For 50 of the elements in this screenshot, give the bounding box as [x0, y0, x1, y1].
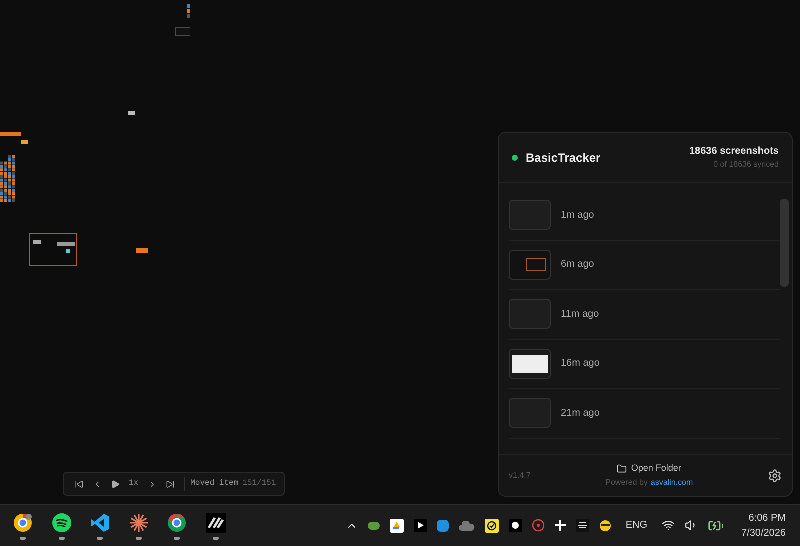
running-indicator	[136, 536, 142, 540]
slashes-app-icon[interactable]	[204, 512, 226, 534]
running-indicator	[174, 536, 180, 540]
starburst-icon[interactable]	[128, 512, 150, 534]
skip-back-icon	[74, 480, 84, 488]
play-tray-icon[interactable]	[414, 519, 427, 532]
sync-status: 0 of 18636 synced	[714, 159, 779, 171]
cloud-icon[interactable]	[458, 520, 475, 530]
music-app-icon[interactable]	[50, 512, 72, 534]
screenshot-item[interactable]: 6m ago	[509, 240, 780, 290]
language-indicator[interactable]: ENG	[626, 518, 648, 533]
running-indicator	[20, 536, 26, 540]
sunglasses-face-icon[interactable]	[598, 519, 612, 532]
screenshot-thumbnail	[509, 299, 551, 330]
screenshot-thumbnail	[509, 200, 551, 230]
playback-position: 151/151	[242, 478, 276, 490]
scrollbar-thumb[interactable]	[780, 199, 789, 287]
screenshot-thumbnail	[509, 250, 551, 280]
running-indicator	[58, 536, 64, 540]
screenshot-thumbnail	[509, 398, 551, 428]
settings-icon	[768, 468, 782, 482]
dot-tray-icon[interactable]	[508, 519, 522, 532]
open-folder-button[interactable]: Open Folder	[617, 462, 682, 476]
screenshot-item[interactable]: 11m ago	[509, 290, 780, 340]
play-icon	[110, 480, 120, 488]
screenshot-count: 18636 screenshots	[689, 145, 779, 159]
clock-date[interactable]: 7/30/2026	[742, 526, 786, 540]
checkmark-tray-icon[interactable]	[484, 518, 499, 532]
clock-time[interactable]: 6:06 PM	[748, 510, 786, 526]
speed-button[interactable]: 1x	[126, 478, 142, 490]
screenshot-item[interactable]: 1m ago	[509, 191, 780, 240]
screenshot-thumbnail	[509, 348, 551, 379]
powered-by-text: Powered by	[606, 477, 648, 490]
volume-icon[interactable]	[684, 519, 698, 532]
website-link[interactable]: asvalin.com	[650, 477, 694, 490]
record-tray-icon[interactable]	[532, 519, 545, 532]
browser-icon[interactable]	[166, 512, 188, 534]
code-editor-icon[interactable]	[89, 512, 111, 534]
settings-button[interactable]	[768, 468, 782, 482]
lines-tray-icon[interactable]	[576, 519, 589, 532]
plus-icon[interactable]	[554, 520, 566, 531]
screenshot-item[interactable]: 16m ago	[509, 340, 780, 389]
playback-status: Moved item	[190, 478, 239, 490]
version-label: v1.4.7	[509, 470, 531, 482]
skip-forward-icon	[166, 480, 176, 488]
app-title: BasicTracker	[526, 150, 601, 166]
running-indicator	[97, 536, 103, 540]
running-indicator	[212, 536, 218, 540]
screenshot-item[interactable]: 21m ago	[509, 389, 780, 438]
folder-icon	[617, 464, 628, 474]
